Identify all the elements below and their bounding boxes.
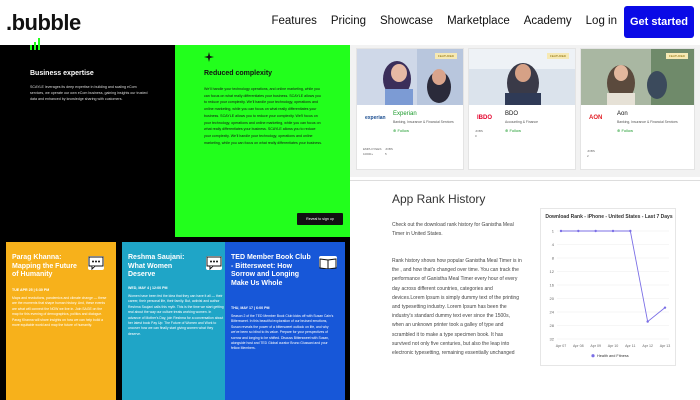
y-tick-label: 1 — [552, 229, 555, 234]
featured-tag: FEATURED — [666, 53, 688, 59]
speech-bubble-icon — [88, 256, 104, 271]
follow-button[interactable]: ⊕ Follow — [393, 128, 409, 133]
stat-value: 10000+ — [363, 151, 374, 156]
app-rank-title: App Rank History — [392, 192, 486, 206]
reveal-signup-button[interactable]: Reveal to sign up — [297, 213, 343, 225]
follow-label: Follow — [397, 128, 410, 133]
follow-button[interactable]: ⊕ Follow — [617, 128, 633, 133]
follow-button[interactable]: ⊕ Follow — [505, 128, 521, 133]
stat-value: 0 — [475, 133, 477, 138]
x-tick-label: Apr 10 — [608, 344, 619, 348]
x-tick-label: Apr 11 — [625, 344, 635, 348]
featured-tag: FEATURED — [547, 53, 569, 59]
bubble-logo[interactable]: .bubble — [6, 10, 81, 36]
stat-employees: EMPLOYEES 10000+ — [363, 147, 382, 156]
reduced-complexity-title: Reduced complexity — [204, 70, 273, 77]
data-point — [611, 229, 615, 233]
data-point — [646, 320, 649, 323]
follow-label: Follow — [509, 128, 522, 133]
stat-label: JOBS — [385, 147, 393, 151]
company-name[interactable]: Aon — [617, 111, 628, 117]
stat-value: 5 — [385, 151, 387, 156]
y-tick-label: 28 — [550, 323, 555, 328]
event-title: TED Member Book Club - Bittersweet: How … — [231, 254, 311, 287]
company-industry: Banking, Insurance & Financial Services — [393, 120, 454, 124]
data-point — [577, 229, 580, 233]
nav-features[interactable]: Features — [271, 15, 316, 27]
y-tick-label: 16 — [550, 283, 555, 288]
y-tick-label: 12 — [550, 269, 555, 274]
company-name[interactable]: BDO — [505, 111, 518, 117]
aon-logo: AON — [589, 115, 603, 121]
data-point — [629, 229, 632, 233]
y-tick-label: 24 — [550, 310, 555, 315]
company-industry: Banking, Insurance & Financial Services — [617, 120, 678, 124]
event-description: Season 2 of the TED Member Book Club kic… — [231, 314, 334, 351]
legend-label: Health and Fitness — [597, 354, 629, 358]
nav-login[interactable]: Log in — [586, 15, 617, 27]
nav-academy[interactable]: Academy — [524, 15, 572, 27]
experian-logo: experian — [365, 115, 386, 121]
y-tick-label: 8 — [552, 256, 555, 261]
business-expertise-text: SCAYLE leverages its deep expertise in b… — [30, 85, 148, 101]
event-card-parag-khanna[interactable]: Parag Khanna: Mapping the Future of Huma… — [6, 242, 116, 400]
page: { "nav": { "logo": ".bubble", "links": [… — [0, 0, 700, 400]
x-tick-label: Apr 09 — [590, 344, 601, 348]
company-card-aon[interactable]: FEATURED AON Aon Banking, Insurance & Fi… — [580, 48, 695, 170]
event-card-ted-book-club[interactable]: TED Member Book Club - Bittersweet: How … — [225, 242, 345, 400]
follow-label: Follow — [621, 128, 634, 133]
stat-jobs: JOBS 0 — [475, 129, 483, 138]
section-divider — [350, 180, 700, 181]
x-tick-label: Apr 13 — [660, 344, 671, 348]
y-tick-label: 4 — [552, 242, 555, 247]
nav-pricing[interactable]: Pricing — [331, 15, 366, 27]
event-date: WED, MAY 4 | 12:00 PM — [128, 286, 168, 290]
featured-tag: FEATURED — [435, 53, 457, 59]
company-card-experian[interactable]: FEATURED experian Experian Banking, Insu… — [356, 48, 464, 170]
event-title: Parag Khanna: Mapping the Future of Huma… — [12, 254, 77, 278]
app-rank-intro: Check out the download rank history for … — [392, 222, 514, 237]
get-started-button[interactable]: Get started — [624, 6, 694, 38]
data-point — [663, 306, 667, 309]
stat-value: 2 — [587, 153, 589, 158]
stat-jobs: JOBS 5 — [385, 147, 393, 156]
nav-showcase[interactable]: Showcase — [380, 15, 433, 27]
nav-marketplace[interactable]: Marketplace — [447, 15, 510, 27]
y-tick-label: 32 — [550, 337, 555, 342]
stat-jobs: JOBS 2 — [587, 149, 595, 158]
stat-label: JOBS — [475, 129, 483, 133]
data-point — [594, 229, 597, 233]
stat-label: EMPLOYEES — [363, 147, 382, 151]
rank-chart-card: Download Rank - iPhone - United States -… — [540, 208, 676, 366]
legend-marker — [591, 354, 595, 358]
company-name[interactable]: Experian — [393, 111, 417, 117]
event-date: THU, MAY 17 | 6:00 PM — [231, 306, 270, 310]
stat-label: JOBS — [587, 149, 595, 153]
nav-links: Features Pricing Showcase Marketplace Ac… — [257, 15, 617, 27]
event-description: Maps and revolutions, pandemics and clim… — [12, 296, 107, 328]
event-card-reshma-saujani[interactable]: Reshma Saujani: What Women Deserve WED, … — [122, 242, 232, 400]
event-date: TUE APR 25 | 6:30 PM — [12, 288, 50, 292]
y-tick-label: 20 — [550, 296, 555, 301]
company-card-bdo[interactable]: FEATURED IBDO BDO Accounting & Finance ⊕… — [468, 48, 576, 170]
data-point — [559, 229, 563, 233]
x-tick-label: Apr 07 — [556, 344, 567, 348]
reduced-complexity-text: We'll handle your technology operations,… — [204, 87, 322, 145]
business-expertise-title: Business expertise — [30, 70, 94, 77]
x-tick-label: Apr 12 — [642, 344, 653, 348]
top-nav: .bubble Features Pricing Showcase Market… — [0, 0, 700, 44]
bar-chart-icon — [30, 38, 40, 50]
spark-icon — [204, 52, 214, 62]
speech-bubble-icon — [206, 256, 222, 271]
event-description: Women have been fed the idea that they c… — [128, 294, 224, 336]
app-rank-body: Rank history shows how popular Ganistha … — [392, 258, 522, 357]
rank-chart: 1 4 8 12 16 20 24 28 32Apr 07 Apr 08 Apr 09 Apr 10 A… — [550, 229, 671, 359]
bdo-logo: IBDO — [477, 115, 492, 121]
company-industry: Accounting & Finance — [505, 120, 538, 124]
book-icon — [319, 256, 337, 270]
event-title: Reshma Saujani: What Women Deserve — [128, 254, 185, 278]
x-tick-label: Apr 08 — [573, 344, 584, 348]
